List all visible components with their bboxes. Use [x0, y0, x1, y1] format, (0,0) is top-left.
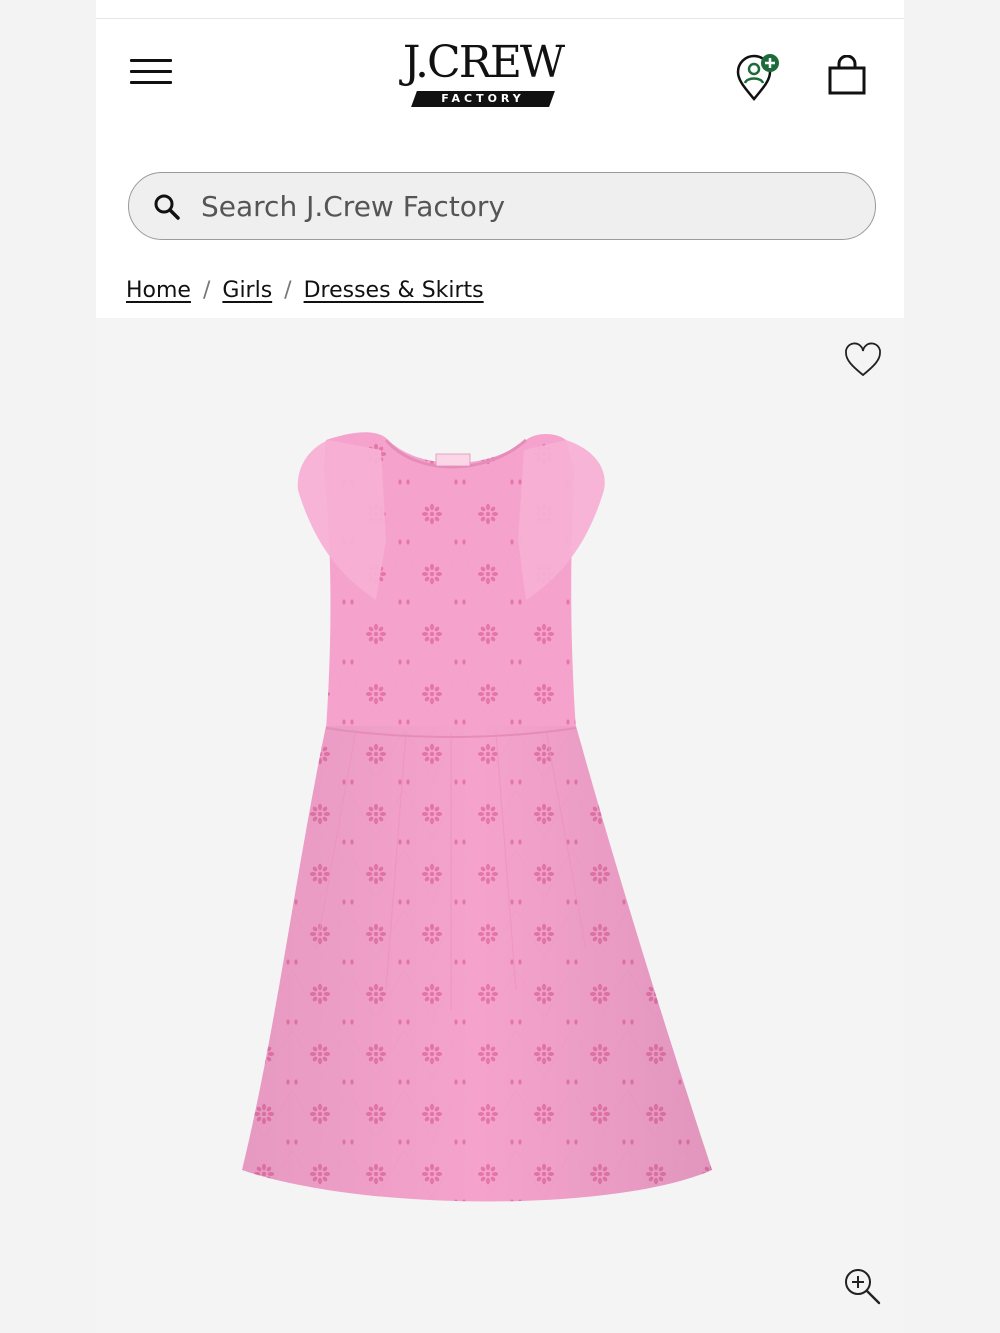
product-image-dress: [242, 432, 712, 1202]
search-input[interactable]: [201, 187, 841, 225]
logo-wordmark: J.CREW: [402, 37, 565, 88]
breadcrumb-girls[interactable]: Girls: [222, 276, 272, 310]
breadcrumb-separator: /: [284, 278, 292, 303]
breadcrumb-separator: /: [202, 278, 211, 303]
page: J.CREW FACTORY Home: [96, 0, 904, 1333]
breadcrumb: Home / Girls / Dresses & Skirts: [126, 276, 484, 310]
zoom-in-icon[interactable]: [842, 1266, 882, 1306]
heart-outline-icon[interactable]: [844, 342, 882, 378]
logo-subtext: FACTORY: [441, 92, 525, 105]
rewards-location-plus-icon[interactable]: [734, 53, 784, 103]
brand-logo[interactable]: J.CREW FACTORY: [390, 39, 576, 111]
site-header: J.CREW FACTORY: [96, 19, 904, 129]
hamburger-menu-icon[interactable]: [130, 57, 174, 87]
shopping-bag-icon[interactable]: [826, 54, 868, 97]
product-image-area[interactable]: [96, 318, 904, 1333]
breadcrumb-home[interactable]: Home: [126, 276, 191, 310]
search-bar[interactable]: [128, 172, 876, 240]
search-icon: [154, 194, 180, 220]
breadcrumb-dresses-skirts[interactable]: Dresses & Skirts: [304, 276, 484, 310]
